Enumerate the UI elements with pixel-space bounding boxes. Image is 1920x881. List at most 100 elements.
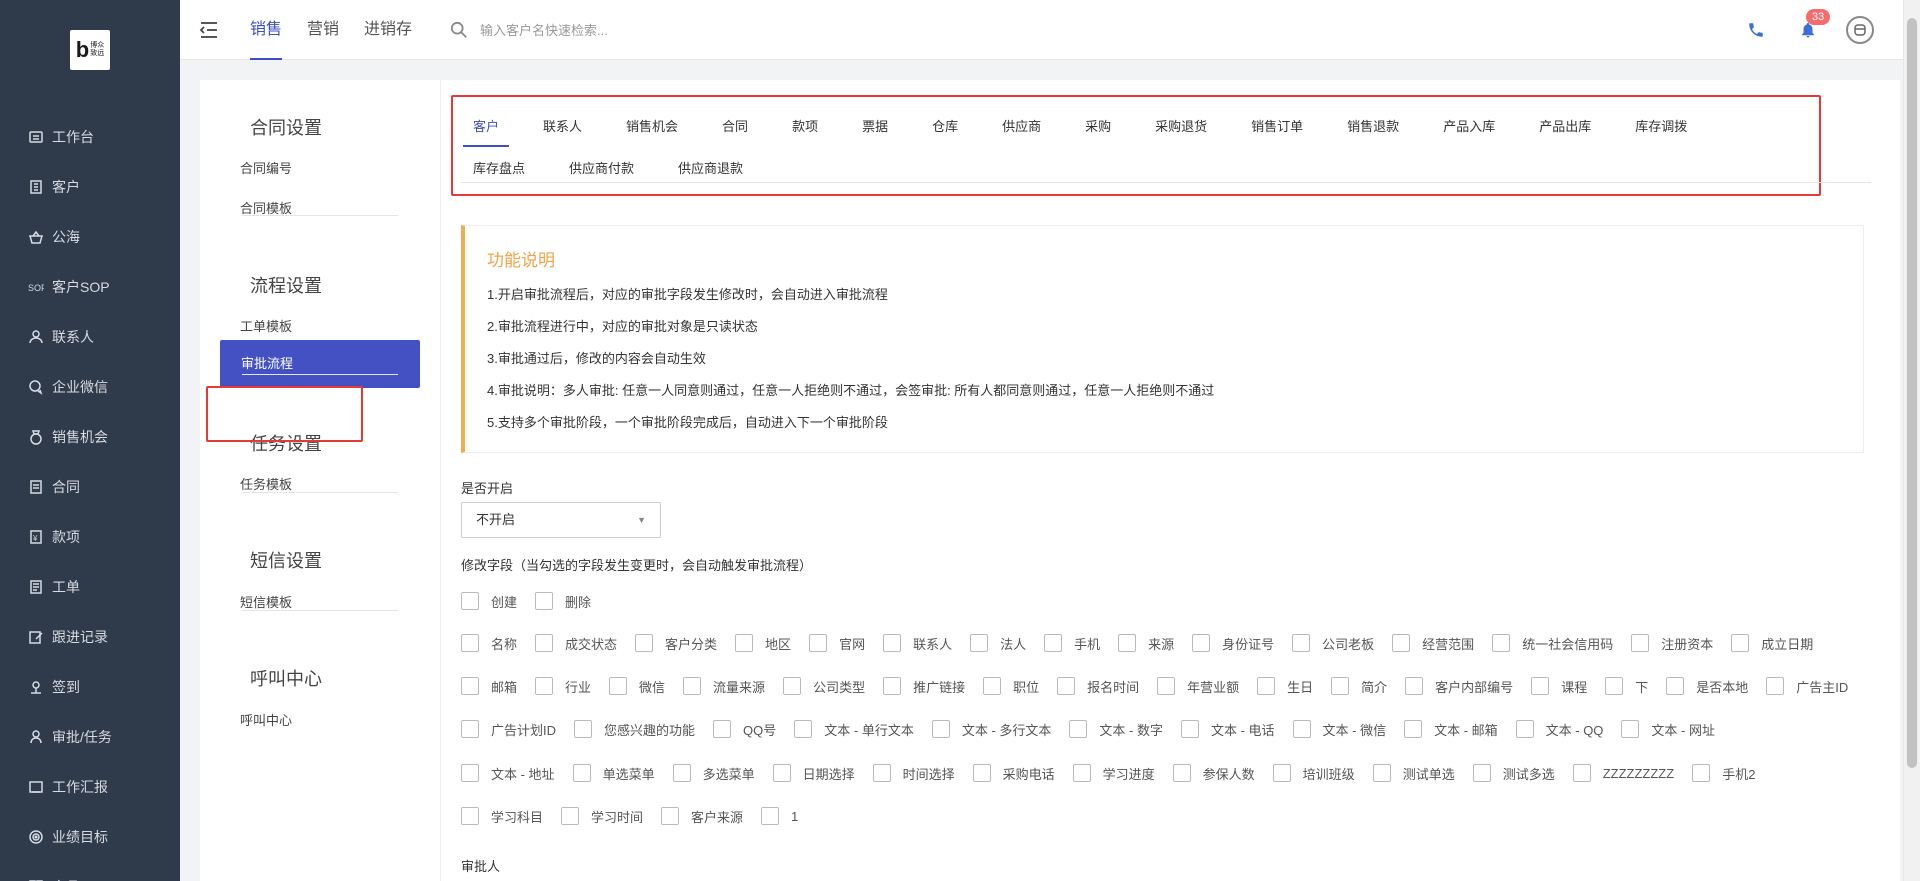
sidebar-item-11[interactable]: 签到 — [0, 662, 180, 712]
enable-select[interactable]: 不开启 ▼ — [461, 502, 661, 538]
checkbox-box[interactable] — [574, 720, 593, 738]
sidebar-item-8[interactable]: ¥ 款项 — [0, 512, 180, 562]
field-checkbox[interactable]: 文本 - 单行文本 — [794, 720, 914, 739]
checkbox-box[interactable] — [535, 634, 554, 652]
checkbox-box[interactable] — [609, 677, 628, 695]
field-checkbox[interactable]: 学习时间 — [561, 807, 643, 826]
checkbox-box[interactable] — [661, 807, 680, 825]
settings-item-1-0[interactable]: 工单模板 — [240, 316, 292, 335]
field-checkbox[interactable]: 手机 — [1044, 634, 1100, 653]
checkbox-box[interactable] — [1621, 720, 1640, 738]
field-checkbox[interactable]: 参保人数 — [1172, 764, 1255, 783]
checkbox-box[interactable] — [1472, 764, 1491, 782]
field-checkbox[interactable]: 来源 — [1118, 634, 1174, 653]
field-checkbox[interactable]: 文本 - 网址 — [1621, 720, 1715, 739]
checkbox-box[interactable] — [461, 592, 479, 610]
sidebar-item-4[interactable]: 联系人 — [0, 312, 180, 362]
field-checkbox[interactable]: 学习科目 — [461, 807, 543, 826]
checkbox-box[interactable] — [1404, 720, 1423, 738]
object-tab-row1-4[interactable]: 款项 — [792, 107, 818, 147]
field-checkbox[interactable]: 成立日期 — [1731, 634, 1813, 653]
object-tab-row1-13[interactable]: 产品出库 — [1539, 107, 1591, 147]
checkbox-box[interactable] — [809, 634, 828, 652]
field-checkbox[interactable]: 统一社会信用码 — [1492, 634, 1613, 653]
field-checkbox[interactable]: 创建 — [461, 592, 517, 611]
field-checkbox[interactable]: 课程 — [1531, 677, 1587, 696]
settings-item-0-0[interactable]: 合同编号 — [240, 158, 292, 177]
field-checkbox[interactable]: 官网 — [809, 634, 865, 653]
checkbox-box[interactable] — [970, 634, 989, 652]
checkbox-box[interactable] — [461, 764, 479, 782]
checkbox-box[interactable] — [883, 677, 902, 695]
settings-item-3-0[interactable]: 短信模板 — [240, 592, 292, 611]
checkbox-box[interactable] — [672, 764, 691, 782]
field-checkbox[interactable]: 文本 - 电话 — [1180, 720, 1275, 739]
field-checkbox[interactable]: 文本 - 多行文本 — [931, 720, 1051, 739]
field-checkbox[interactable]: 经营范围 — [1392, 634, 1474, 653]
checkbox-box[interactable] — [1331, 677, 1350, 695]
field-checkbox[interactable]: 地区 — [735, 634, 791, 653]
object-tab-row1-2[interactable]: 销售机会 — [626, 107, 678, 147]
field-checkbox[interactable]: 成交状态 — [535, 634, 617, 653]
object-tab-row2-1[interactable]: 供应商付款 — [569, 149, 634, 189]
settings-item-4-0[interactable]: 呼叫中心 — [240, 710, 292, 729]
checkbox-box[interactable] — [1157, 677, 1176, 695]
field-checkbox[interactable]: 注册资本 — [1631, 634, 1713, 653]
checkbox-box[interactable] — [772, 764, 791, 782]
scrollbar-thumb[interactable] — [1907, 18, 1917, 768]
checkbox-box[interactable] — [461, 677, 479, 695]
sidebar-item-2[interactable]: 公海 — [0, 212, 180, 262]
checkbox-box[interactable] — [561, 807, 580, 825]
checkbox-box[interactable] — [1118, 634, 1137, 652]
object-tab-row1-3[interactable]: 合同 — [722, 107, 748, 147]
phone-button[interactable] — [1740, 14, 1772, 46]
sidebar-item-10[interactable]: 跟进记录 — [0, 612, 180, 662]
field-checkbox[interactable]: 测试多选 — [1472, 764, 1555, 783]
checkbox-box[interactable] — [1692, 764, 1711, 782]
top-tab-0[interactable]: 销售 — [250, 0, 283, 60]
sidebar-item-6[interactable]: 销售机会 — [0, 412, 180, 462]
checkbox-box[interactable] — [1515, 720, 1534, 738]
field-checkbox[interactable]: 广告计划ID — [461, 720, 556, 739]
checkbox-box[interactable] — [1057, 677, 1076, 695]
object-tab-row1-8[interactable]: 采购 — [1085, 107, 1111, 147]
object-tab-row1-9[interactable]: 采购退货 — [1155, 107, 1207, 147]
field-checkbox[interactable]: 单选菜单 — [572, 764, 655, 783]
search-input[interactable] — [480, 22, 740, 38]
field-checkbox[interactable]: 邮箱 — [461, 677, 517, 696]
field-checkbox[interactable]: 报名时间 — [1057, 677, 1139, 696]
object-tab-row1-6[interactable]: 仓库 — [932, 107, 958, 147]
top-tab-2[interactable]: 进销存 — [364, 0, 412, 60]
checkbox-box[interactable] — [461, 634, 479, 652]
user-avatar-button[interactable] — [1844, 14, 1876, 46]
field-checkbox[interactable]: 生日 — [1257, 677, 1313, 696]
checkbox-box[interactable] — [883, 634, 902, 652]
page-scrollbar[interactable] — [1903, 0, 1920, 881]
checkbox-box[interactable] — [1180, 720, 1199, 738]
field-checkbox[interactable]: 简介 — [1331, 677, 1387, 696]
checkbox-box[interactable] — [1257, 677, 1276, 695]
checkbox-box[interactable] — [1405, 677, 1424, 695]
field-checkbox[interactable]: 时间选择 — [872, 764, 955, 783]
checkbox-box[interactable] — [1072, 764, 1091, 782]
field-checkbox[interactable]: 行业 — [535, 677, 591, 696]
field-checkbox[interactable]: 名称 — [461, 634, 517, 653]
sidebar-item-3[interactable]: SOP 客户SOP — [0, 262, 180, 312]
sidebar-item-1[interactable]: 客户 — [0, 162, 180, 212]
checkbox-box[interactable] — [931, 720, 950, 738]
settings-item-2-0[interactable]: 任务模板 — [240, 474, 292, 493]
sidebar-item-5[interactable]: 企业微信 — [0, 362, 180, 412]
notification-button[interactable]: 33 — [1792, 9, 1831, 46]
checkbox-box[interactable] — [1631, 634, 1650, 652]
checkbox-box[interactable] — [461, 720, 479, 738]
sidebar-item-14[interactable]: 业绩目标 — [0, 812, 180, 862]
checkbox-box[interactable] — [783, 677, 802, 695]
checkbox-box[interactable] — [572, 764, 591, 782]
object-tab-row1-1[interactable]: 联系人 — [543, 107, 582, 147]
field-checkbox[interactable]: 删除 — [535, 592, 591, 611]
checkbox-box[interactable] — [983, 677, 1002, 695]
checkbox-box[interactable] — [1392, 634, 1411, 652]
field-checkbox[interactable]: ZZZZZZZZZ — [1572, 764, 1674, 782]
field-checkbox[interactable]: 手机2 — [1692, 764, 1755, 783]
checkbox-box[interactable] — [972, 764, 991, 782]
